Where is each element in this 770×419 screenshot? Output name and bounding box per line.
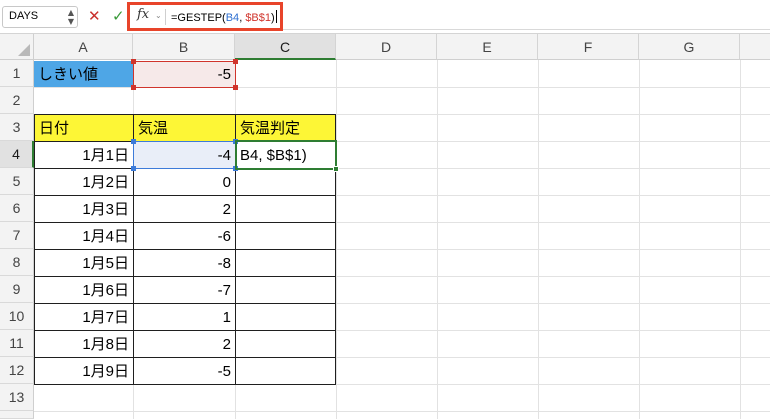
row-header-11[interactable]: 11 <box>0 330 34 357</box>
cell-temp[interactable]: -8 <box>133 249 236 277</box>
cell-b3-temp-header[interactable]: 気温 <box>133 114 236 142</box>
gridline <box>34 411 770 412</box>
cell-date[interactable]: 1月8日 <box>34 330 134 358</box>
cell-judgement[interactable] <box>235 168 336 196</box>
name-box-value: DAYS <box>9 10 39 22</box>
column-header-a[interactable]: A <box>34 34 133 60</box>
text-caret <box>275 10 277 23</box>
column-header-b[interactable]: B <box>133 34 235 60</box>
cell-temp[interactable]: 0 <box>133 168 236 196</box>
cell-temp[interactable]: -7 <box>133 276 236 304</box>
row-header-6[interactable]: 6 <box>0 195 34 222</box>
row-header-2[interactable]: 2 <box>0 87 34 114</box>
reference-handle[interactable] <box>233 166 238 171</box>
row-header-14[interactable] <box>0 411 34 419</box>
name-box[interactable]: DAYS ▲ ▼ <box>2 6 78 28</box>
row-header-8[interactable]: 8 <box>0 249 34 276</box>
select-all-corner[interactable] <box>0 34 34 60</box>
spreadsheet-grid[interactable]: A B C D E F G 1 2 3 4 5 6 7 8 9 10 11 12… <box>0 34 770 419</box>
formula-separator <box>165 9 166 25</box>
formula-prefix: =GESTEP( <box>171 12 226 24</box>
fill-handle[interactable] <box>333 166 339 172</box>
cell-date[interactable]: 1月9日 <box>34 357 134 385</box>
row-header-7[interactable]: 7 <box>0 222 34 249</box>
column-header-d[interactable]: D <box>336 34 437 60</box>
row-header-4[interactable]: 4 <box>0 141 34 168</box>
cell-temp[interactable]: 2 <box>133 330 236 358</box>
cell-date[interactable]: 1月3日 <box>34 195 134 223</box>
cell-judgement[interactable] <box>235 195 336 223</box>
column-header-f[interactable]: F <box>538 34 639 60</box>
reference-handle[interactable] <box>233 85 238 90</box>
cell-temp[interactable]: -5 <box>133 357 236 385</box>
cell-temp[interactable]: 1 <box>133 303 236 331</box>
cell-a3-date-header[interactable]: 日付 <box>34 114 134 142</box>
formula-ref-b4: B4 <box>225 12 240 24</box>
cell-judgement[interactable] <box>235 222 336 250</box>
column-header-e[interactable]: E <box>437 34 538 60</box>
reference-handle[interactable] <box>131 85 136 90</box>
cell-c4-active-edit[interactable]: B4, $B$1) <box>235 141 336 169</box>
cell-date[interactable]: 1月5日 <box>34 249 134 277</box>
reference-handle[interactable] <box>131 166 136 171</box>
cell-judgement[interactable] <box>235 357 336 385</box>
row-header-10[interactable]: 10 <box>0 303 34 330</box>
cell-temp[interactable]: -4 <box>133 141 236 169</box>
row-header-1[interactable]: 1 <box>0 60 34 87</box>
reference-handle[interactable] <box>233 139 238 144</box>
row-header-12[interactable]: 12 <box>0 357 34 384</box>
cancel-icon[interactable]: ✕ <box>88 8 102 24</box>
column-header-g[interactable]: G <box>639 34 740 60</box>
gridline <box>34 87 770 88</box>
cell-judgement[interactable] <box>235 276 336 304</box>
row-header-3[interactable]: 3 <box>0 114 34 141</box>
column-header-c[interactable]: C <box>235 34 336 60</box>
column-header-overflow[interactable] <box>740 34 770 60</box>
row-header-9[interactable]: 9 <box>0 276 34 303</box>
cell-temp[interactable]: 2 <box>133 195 236 223</box>
cell-c3-judgement-header[interactable]: 気温判定 <box>235 114 336 142</box>
formula-ref-b1: $B$1 <box>245 12 272 24</box>
insert-function-button[interactable]: fx <box>137 7 149 22</box>
formula-bar-underline <box>283 29 770 30</box>
row-header-5[interactable]: 5 <box>0 168 34 195</box>
row-header-13[interactable]: 13 <box>0 384 34 411</box>
cell-judgement[interactable] <box>235 330 336 358</box>
chevron-down-icon[interactable]: ⌄ <box>155 11 162 20</box>
reference-handle[interactable] <box>131 59 136 64</box>
formula-highlight-box: fx ⌄ =GESTEP(B4, $B$1) <box>127 2 283 31</box>
formula-input[interactable]: =GESTEP(B4, $B$1) <box>171 10 277 24</box>
formula-bar: DAYS ▲ ▼ ✕ ✓ fx ⌄ =GESTEP(B4, $B$1) <box>0 0 770 34</box>
cell-judgement[interactable] <box>235 249 336 277</box>
cell-judgement[interactable] <box>235 303 336 331</box>
cell-b1-threshold-value[interactable]: -5 <box>133 61 235 87</box>
cell-date[interactable]: 1月7日 <box>34 303 134 331</box>
cell-a1-threshold-label[interactable]: しきい値 <box>34 61 133 87</box>
name-box-stepper-icon[interactable]: ▲ ▼ <box>68 8 74 26</box>
cell-date[interactable]: 1月2日 <box>34 168 134 196</box>
cell-date[interactable]: 1月1日 <box>34 141 134 169</box>
cell-temp[interactable]: -6 <box>133 222 236 250</box>
reference-handle[interactable] <box>131 139 136 144</box>
select-all-triangle-icon <box>18 44 30 56</box>
cell-date[interactable]: 1月4日 <box>34 222 134 250</box>
cell-date[interactable]: 1月6日 <box>34 276 134 304</box>
checkmark-icon[interactable]: ✓ <box>112 8 126 24</box>
formula-suffix: ) <box>271 12 275 24</box>
reference-handle[interactable] <box>233 59 238 64</box>
